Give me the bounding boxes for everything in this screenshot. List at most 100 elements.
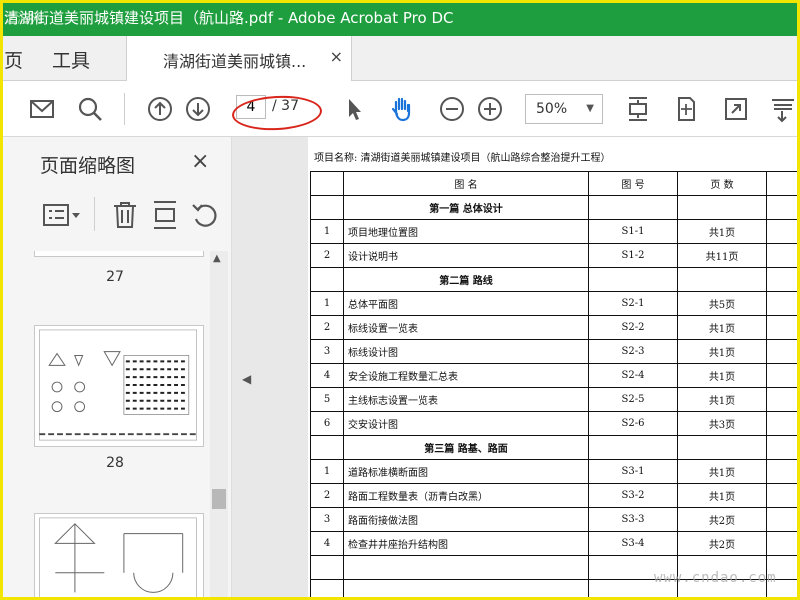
insert-page-icon[interactable] [150,199,180,231]
nav-tools[interactable]: 工具 [52,46,90,73]
trash-icon[interactable] [110,199,140,231]
scroll-up-icon[interactable]: ▲ [213,253,221,264]
zoom-out-icon[interactable] [436,93,468,125]
drawing-name: 路面衔接做法图 [343,507,589,532]
scrollbar-thumb[interactable] [212,489,226,509]
table-cell [310,555,344,580]
drawing-name: 项目地理位置图 [343,219,589,244]
collapse-panel-icon[interactable]: ◀ [242,372,251,386]
fit-page-icon[interactable] [670,93,702,125]
drawing-code: S2-5 [588,387,678,412]
search-icon[interactable] [74,93,106,125]
page-count: 共2页 [677,531,767,556]
table-row: 4 安全设施工程数量汇总表 S2-4 共1页 [310,363,798,388]
table-cell [766,339,798,364]
panel-title: 页面缩略图 [40,155,136,177]
thumbnail-page[interactable] [34,251,204,257]
thumbnail-scrollbar[interactable]: ▲ [210,251,228,600]
table-cell [588,195,678,220]
watermark-bottom-right: www.cndao.com [654,570,777,586]
drawing-code: S3-1 [588,459,678,484]
row-number: 4 [310,531,344,556]
drawing-name: 标线设置一览表 [343,315,589,340]
nav-home[interactable]: 页 [4,46,23,73]
mail-icon[interactable] [26,93,58,125]
project-name-line: 项目名称: 清湖街道美丽城镇建设项目（航山路综合整治提升工程） [314,153,611,164]
fullscreen-icon[interactable] [720,93,752,125]
table-cell [343,555,589,580]
table-row: 2 设计说明书 S1-2 共11页 [310,243,798,268]
table-row: 5 主线标志设置一览表 S2-5 共1页 [310,387,798,412]
table-cell [766,531,798,556]
table-section-row: 第一篇 总体设计 [310,195,798,220]
table-cell [343,579,589,600]
table-header-row: 图 名图 号页 数 [310,171,798,196]
table-cell [588,267,678,292]
section-title: 第二篇 路线 [343,267,589,292]
table-cell [766,387,798,412]
table-cell [766,507,798,532]
tab-document-label: 清湖街道美丽城镇... [163,52,307,71]
table-cell [766,195,798,220]
drawing-name: 路面工程数量表（沥青白改黑） [343,483,589,508]
row-number: 5 [310,387,344,412]
pdf-page: 项目名称: 清湖街道美丽城镇建设项目（航山路综合整治提升工程） 图 名图 号页 … [308,137,800,600]
toolbar-divider [124,93,125,125]
table-row: 3 路面衔接做法图 S3-3 共2页 [310,507,798,532]
zoom-value: 50% [536,101,568,117]
table-cell [677,195,767,220]
drawing-code: S2-3 [588,339,678,364]
row-number: 2 [310,483,344,508]
page-down-icon[interactable] [182,93,214,125]
scroll-mode-icon[interactable] [766,93,798,125]
table-cell [588,435,678,460]
table-cell [677,267,767,292]
toolbar: / 37 50% ▼ [0,81,800,137]
drawing-name: 安全设施工程数量汇总表 [343,363,589,388]
zoom-select[interactable]: 50% ▼ [525,94,603,124]
table-cell [677,435,767,460]
tab-document[interactable]: 清湖街道美丽城镇... × [126,36,352,81]
table-row: 1 道路标准横断面图 S3-1 共1页 [310,459,798,484]
options-menu-icon[interactable] [42,199,82,231]
section-title: 第一篇 总体设计 [343,195,589,220]
page-count: 共1页 [677,483,767,508]
table-section-row: 第二篇 路线 [310,267,798,292]
table-cell [766,219,798,244]
drawing-code: S1-2 [588,243,678,268]
thumbnail-page[interactable] [34,513,204,600]
drawing-name: 主线标志设置一览表 [343,387,589,412]
close-icon[interactable]: × [330,47,343,66]
table-header-cell: 图 号 [588,171,678,196]
table-cell [766,483,798,508]
row-number [310,195,344,220]
row-number: 2 [310,315,344,340]
table-cell [766,243,798,268]
document-view[interactable]: ◀ 项目名称: 清湖街道美丽城镇建设项目（航山路综合整治提升工程） 图 名图 号… [232,137,800,600]
page-count: 共1页 [677,339,767,364]
window-title-bar: 清湖街道美丽城镇建设项目（航山路.pdf - Adobe Acrobat Pro… [0,0,800,36]
row-number: 1 [310,291,344,316]
close-icon[interactable]: × [191,149,209,174]
drawing-code: S1-1 [588,219,678,244]
rotate-icon[interactable] [190,199,220,231]
thumbnail-page[interactable] [34,325,204,447]
zoom-in-icon[interactable] [474,93,506,125]
page-up-icon[interactable] [144,93,176,125]
drawing-code: S3-4 [588,531,678,556]
row-number [310,435,344,460]
drawing-name: 设计说明书 [343,243,589,268]
row-number: 1 [310,459,344,484]
tab-bar: 页 工具 清湖街道美丽城镇... × [0,36,800,81]
hand-tool-icon[interactable] [386,93,418,125]
row-number [310,267,344,292]
drawing-code: S2-1 [588,291,678,316]
table-cell [766,363,798,388]
table-cell [766,315,798,340]
table-row: 1 项目地理位置图 S1-1 共1页 [310,219,798,244]
select-arrow-icon[interactable] [338,93,370,125]
page-count: 共3页 [677,411,767,436]
table-cell [766,267,798,292]
fit-height-icon[interactable] [622,93,654,125]
thumbnail-list: 27 28 [22,251,208,600]
